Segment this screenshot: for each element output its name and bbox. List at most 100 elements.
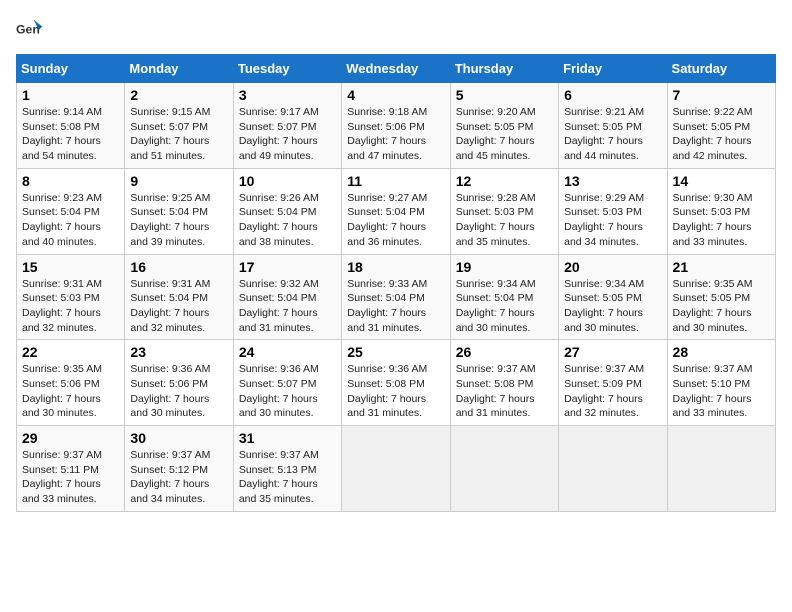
day-number: 16 bbox=[130, 259, 227, 275]
cell-sunrise: Sunrise: 9:32 AM bbox=[239, 278, 319, 290]
cell-sunset: Sunset: 5:06 PM bbox=[130, 378, 208, 390]
cell-daylight: Daylight: 7 hours and 47 minutes. bbox=[347, 135, 426, 162]
cell-sunset: Sunset: 5:05 PM bbox=[564, 292, 642, 304]
calendar-cell: 9 Sunrise: 9:25 AM Sunset: 5:04 PM Dayli… bbox=[125, 168, 233, 254]
calendar-cell: 29 Sunrise: 9:37 AM Sunset: 5:11 PM Dayl… bbox=[17, 426, 125, 512]
cell-sunset: Sunset: 5:04 PM bbox=[130, 292, 208, 304]
cell-sunset: Sunset: 5:05 PM bbox=[673, 292, 751, 304]
day-number: 4 bbox=[347, 87, 444, 103]
day-number: 12 bbox=[456, 173, 553, 189]
cell-sunrise: Sunrise: 9:31 AM bbox=[130, 278, 210, 290]
cell-sunrise: Sunrise: 9:22 AM bbox=[673, 106, 753, 118]
cell-sunset: Sunset: 5:04 PM bbox=[130, 206, 208, 218]
cell-daylight: Daylight: 7 hours and 31 minutes. bbox=[456, 393, 535, 420]
cell-daylight: Daylight: 7 hours and 32 minutes. bbox=[22, 307, 101, 334]
calendar-cell bbox=[667, 426, 775, 512]
cell-daylight: Daylight: 7 hours and 30 minutes. bbox=[673, 307, 752, 334]
day-number: 6 bbox=[564, 87, 661, 103]
day-number: 1 bbox=[22, 87, 119, 103]
calendar-cell bbox=[450, 426, 558, 512]
day-number: 10 bbox=[239, 173, 336, 189]
cell-daylight: Daylight: 7 hours and 30 minutes. bbox=[239, 393, 318, 420]
logo: Gen bbox=[16, 16, 48, 44]
calendar-cell: 1 Sunrise: 9:14 AM Sunset: 5:08 PM Dayli… bbox=[17, 83, 125, 169]
calendar-cell: 17 Sunrise: 9:32 AM Sunset: 5:04 PM Dayl… bbox=[233, 254, 341, 340]
cell-daylight: Daylight: 7 hours and 32 minutes. bbox=[130, 307, 209, 334]
cell-sunrise: Sunrise: 9:36 AM bbox=[347, 363, 427, 375]
cell-sunrise: Sunrise: 9:37 AM bbox=[564, 363, 644, 375]
cell-sunrise: Sunrise: 9:30 AM bbox=[673, 192, 753, 204]
cell-sunrise: Sunrise: 9:37 AM bbox=[456, 363, 536, 375]
calendar-week-row: 29 Sunrise: 9:37 AM Sunset: 5:11 PM Dayl… bbox=[17, 426, 776, 512]
cell-sunrise: Sunrise: 9:37 AM bbox=[239, 449, 319, 461]
calendar-cell: 12 Sunrise: 9:28 AM Sunset: 5:03 PM Dayl… bbox=[450, 168, 558, 254]
cell-sunset: Sunset: 5:04 PM bbox=[22, 206, 100, 218]
day-number: 9 bbox=[130, 173, 227, 189]
calendar-cell: 20 Sunrise: 9:34 AM Sunset: 5:05 PM Dayl… bbox=[559, 254, 667, 340]
calendar-cell: 27 Sunrise: 9:37 AM Sunset: 5:09 PM Dayl… bbox=[559, 340, 667, 426]
cell-sunset: Sunset: 5:07 PM bbox=[130, 121, 208, 133]
cell-daylight: Daylight: 7 hours and 31 minutes. bbox=[347, 393, 426, 420]
cell-sunrise: Sunrise: 9:18 AM bbox=[347, 106, 427, 118]
cell-daylight: Daylight: 7 hours and 32 minutes. bbox=[564, 393, 643, 420]
day-number: 31 bbox=[239, 430, 336, 446]
day-number: 11 bbox=[347, 173, 444, 189]
cell-sunset: Sunset: 5:12 PM bbox=[130, 464, 208, 476]
cell-sunset: Sunset: 5:05 PM bbox=[456, 121, 534, 133]
cell-sunset: Sunset: 5:04 PM bbox=[347, 292, 425, 304]
cell-sunrise: Sunrise: 9:34 AM bbox=[456, 278, 536, 290]
day-number: 13 bbox=[564, 173, 661, 189]
calendar-cell: 3 Sunrise: 9:17 AM Sunset: 5:07 PM Dayli… bbox=[233, 83, 341, 169]
calendar-cell: 5 Sunrise: 9:20 AM Sunset: 5:05 PM Dayli… bbox=[450, 83, 558, 169]
cell-daylight: Daylight: 7 hours and 39 minutes. bbox=[130, 221, 209, 248]
cell-sunrise: Sunrise: 9:35 AM bbox=[673, 278, 753, 290]
day-number: 3 bbox=[239, 87, 336, 103]
calendar-week-row: 1 Sunrise: 9:14 AM Sunset: 5:08 PM Dayli… bbox=[17, 83, 776, 169]
cell-daylight: Daylight: 7 hours and 31 minutes. bbox=[347, 307, 426, 334]
calendar-cell: 19 Sunrise: 9:34 AM Sunset: 5:04 PM Dayl… bbox=[450, 254, 558, 340]
day-number: 20 bbox=[564, 259, 661, 275]
cell-sunset: Sunset: 5:09 PM bbox=[564, 378, 642, 390]
weekday-header-wednesday: Wednesday bbox=[342, 55, 450, 83]
cell-daylight: Daylight: 7 hours and 33 minutes. bbox=[673, 393, 752, 420]
day-number: 8 bbox=[22, 173, 119, 189]
calendar-cell: 21 Sunrise: 9:35 AM Sunset: 5:05 PM Dayl… bbox=[667, 254, 775, 340]
cell-sunset: Sunset: 5:05 PM bbox=[564, 121, 642, 133]
cell-sunset: Sunset: 5:07 PM bbox=[239, 121, 317, 133]
cell-sunrise: Sunrise: 9:17 AM bbox=[239, 106, 319, 118]
day-number: 15 bbox=[22, 259, 119, 275]
cell-sunset: Sunset: 5:08 PM bbox=[22, 121, 100, 133]
calendar-cell: 24 Sunrise: 9:36 AM Sunset: 5:07 PM Dayl… bbox=[233, 340, 341, 426]
calendar-cell: 13 Sunrise: 9:29 AM Sunset: 5:03 PM Dayl… bbox=[559, 168, 667, 254]
calendar-week-row: 15 Sunrise: 9:31 AM Sunset: 5:03 PM Dayl… bbox=[17, 254, 776, 340]
calendar-week-row: 22 Sunrise: 9:35 AM Sunset: 5:06 PM Dayl… bbox=[17, 340, 776, 426]
calendar-cell: 7 Sunrise: 9:22 AM Sunset: 5:05 PM Dayli… bbox=[667, 83, 775, 169]
cell-sunrise: Sunrise: 9:26 AM bbox=[239, 192, 319, 204]
cell-sunrise: Sunrise: 9:21 AM bbox=[564, 106, 644, 118]
cell-sunset: Sunset: 5:13 PM bbox=[239, 464, 317, 476]
cell-sunrise: Sunrise: 9:37 AM bbox=[22, 449, 102, 461]
day-number: 14 bbox=[673, 173, 770, 189]
weekday-header-monday: Monday bbox=[125, 55, 233, 83]
cell-sunrise: Sunrise: 9:29 AM bbox=[564, 192, 644, 204]
day-number: 23 bbox=[130, 344, 227, 360]
cell-sunset: Sunset: 5:03 PM bbox=[673, 206, 751, 218]
day-number: 22 bbox=[22, 344, 119, 360]
cell-sunset: Sunset: 5:08 PM bbox=[347, 378, 425, 390]
cell-sunset: Sunset: 5:06 PM bbox=[347, 121, 425, 133]
cell-sunset: Sunset: 5:06 PM bbox=[22, 378, 100, 390]
cell-daylight: Daylight: 7 hours and 33 minutes. bbox=[673, 221, 752, 248]
day-number: 26 bbox=[456, 344, 553, 360]
cell-daylight: Daylight: 7 hours and 49 minutes. bbox=[239, 135, 318, 162]
cell-daylight: Daylight: 7 hours and 31 minutes. bbox=[239, 307, 318, 334]
cell-sunset: Sunset: 5:11 PM bbox=[22, 464, 99, 476]
calendar-cell: 23 Sunrise: 9:36 AM Sunset: 5:06 PM Dayl… bbox=[125, 340, 233, 426]
calendar-cell: 30 Sunrise: 9:37 AM Sunset: 5:12 PM Dayl… bbox=[125, 426, 233, 512]
cell-sunset: Sunset: 5:08 PM bbox=[456, 378, 534, 390]
cell-daylight: Daylight: 7 hours and 42 minutes. bbox=[673, 135, 752, 162]
day-number: 30 bbox=[130, 430, 227, 446]
calendar-cell: 10 Sunrise: 9:26 AM Sunset: 5:04 PM Dayl… bbox=[233, 168, 341, 254]
calendar-cell: 2 Sunrise: 9:15 AM Sunset: 5:07 PM Dayli… bbox=[125, 83, 233, 169]
cell-sunset: Sunset: 5:07 PM bbox=[239, 378, 317, 390]
cell-sunset: Sunset: 5:04 PM bbox=[347, 206, 425, 218]
